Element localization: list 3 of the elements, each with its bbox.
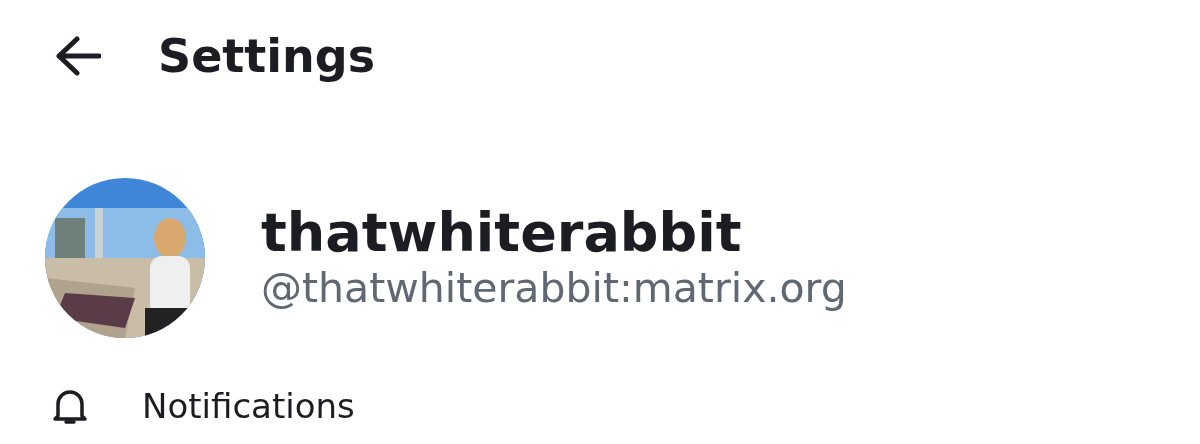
user-id: @thatwhiterabbit:matrix.org	[261, 264, 847, 314]
display-name: thatwhiterabbit	[261, 202, 743, 265]
menu-label[interactable]: Notifications	[142, 389, 355, 423]
